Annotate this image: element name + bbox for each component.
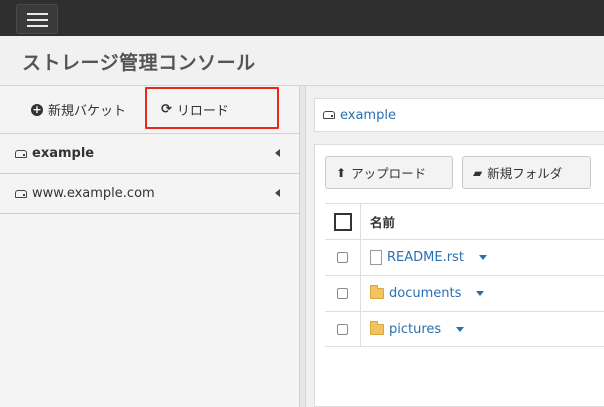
caret-left-icon[interactable] — [275, 149, 280, 157]
new-bucket-label: 新規バケット — [48, 104, 127, 119]
plus-circle-icon: + — [31, 102, 43, 116]
folder-link[interactable]: documents — [389, 286, 461, 301]
row-checkbox[interactable] — [337, 288, 348, 299]
folder-icon — [370, 285, 384, 299]
table-header: 名前 — [325, 203, 604, 239]
sidebar-item-bucket[interactable]: www.example.com — [0, 174, 300, 214]
upload-icon: ⬆ — [336, 165, 347, 180]
bucket-label: www.example.com — [32, 186, 155, 201]
row-checkbox[interactable] — [337, 252, 348, 263]
breadcrumb: example — [314, 98, 604, 132]
table-row: documents — [325, 275, 604, 311]
drive-icon — [323, 111, 335, 119]
drive-icon — [15, 149, 27, 158]
breadcrumb-link[interactable]: example — [340, 108, 396, 123]
caret-down-icon[interactable] — [476, 291, 485, 296]
new-folder-button[interactable]: ▰ 新規フォルダ — [462, 156, 591, 189]
hamburger-icon — [27, 19, 48, 21]
main-content: example ⬆ アップロード ▰ 新規フォルダ 名前 README.rst — [306, 86, 604, 407]
table-row: README.rst — [325, 239, 604, 275]
caret-down-icon[interactable] — [478, 255, 487, 260]
row-checkbox[interactable] — [337, 323, 348, 335]
file-link[interactable]: README.rst — [387, 250, 464, 265]
new-folder-label: 新規フォルダ — [487, 166, 563, 181]
folder-link[interactable]: pictures — [389, 322, 441, 337]
new-bucket-button[interactable]: + 新規バケット — [31, 100, 126, 119]
select-all-checkbox[interactable] — [333, 212, 352, 231]
sidebar: + 新規バケット ⟳ リロード example www.example.com — [0, 86, 300, 407]
highlight-box — [145, 87, 279, 129]
file-panel: ⬆ アップロード ▰ 新規フォルダ 名前 README.rst document… — [314, 144, 604, 407]
table-row: pictures — [325, 311, 604, 347]
folder-open-icon: ▰ — [473, 165, 483, 180]
drive-icon — [15, 189, 27, 198]
page-title: ストレージ管理コンソール — [22, 52, 256, 74]
upload-label: アップロード — [351, 166, 427, 181]
upload-button[interactable]: ⬆ アップロード — [325, 156, 453, 189]
page-header: ストレージ管理コンソール — [0, 36, 604, 86]
caret-down-icon[interactable] — [456, 326, 465, 332]
folder-icon — [370, 320, 384, 335]
top-navbar — [0, 0, 604, 36]
caret-left-icon[interactable] — [275, 189, 280, 197]
sidebar-toolbar: + 新規バケット ⟳ リロード — [0, 86, 300, 134]
column-header-name[interactable]: 名前 — [361, 212, 395, 231]
hamburger-icon — [27, 13, 48, 15]
sidebar-item-bucket[interactable]: example — [0, 134, 300, 174]
bucket-label: example — [32, 146, 95, 161]
file-icon — [370, 250, 382, 265]
menu-toggle-button[interactable] — [16, 4, 58, 34]
hamburger-icon — [27, 25, 48, 27]
